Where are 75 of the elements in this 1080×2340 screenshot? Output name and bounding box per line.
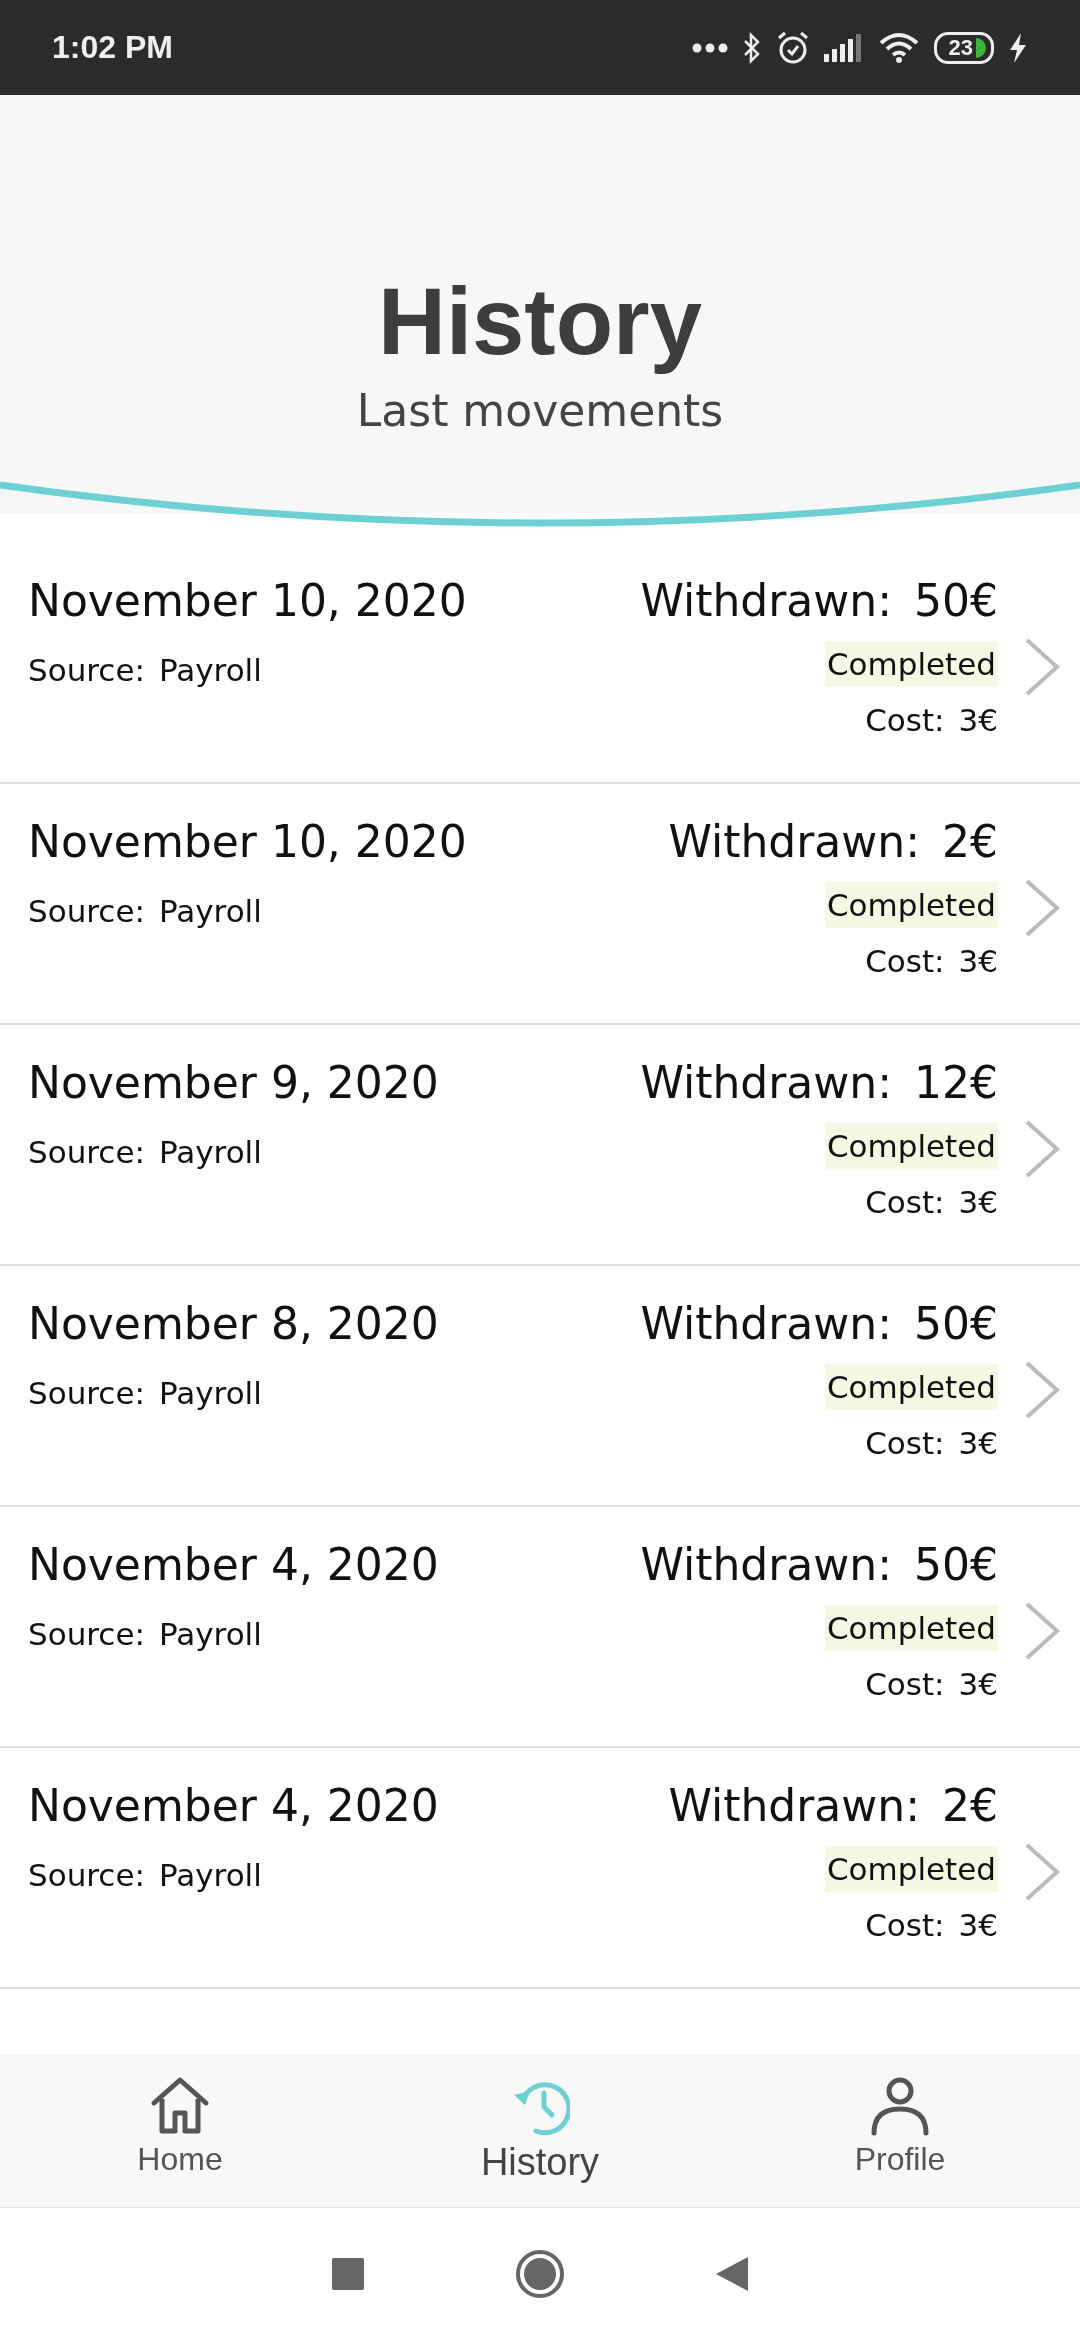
status-badge: Completed — [824, 1364, 998, 1410]
withdrawn-label: Withdrawn: — [668, 815, 920, 869]
page-subtitle: Last movements — [356, 385, 724, 436]
movement-date: November 4, 2020 — [28, 1538, 440, 1592]
chevron-right-icon — [1024, 1842, 1060, 1902]
movement-date: November 10, 2020 — [28, 815, 468, 869]
movement-row[interactable]: November 4, 2020 Source: Payroll Withdrawn: 50€ Completed Cost: 3€ — [0, 1507, 1080, 1748]
status-time: 1:02 PM — [52, 29, 173, 66]
cost-value: 3€ — [958, 1665, 998, 1704]
movement-row[interactable]: November 10, 2020 Source: Payroll Withdrawn: 50€ Completed Cost: 3€ — [0, 543, 1080, 784]
signal-icon — [823, 33, 864, 62]
movement-date: November 10, 2020 — [28, 574, 468, 628]
nav-tab[interactable]: Profile — [720, 2075, 1080, 2207]
charging-icon — [1008, 31, 1028, 64]
withdrawn-label: Withdrawn: — [668, 1779, 920, 1833]
source-label: Source: — [28, 892, 145, 931]
page-title: History — [378, 268, 702, 376]
source-label: Source: — [28, 1856, 145, 1895]
movement-row[interactable]: November 4, 2020 Source: Payroll Withdrawn: 2€ Completed Cost: 3€ — [0, 1748, 1080, 1989]
withdrawn-amount: 2€ — [942, 1779, 998, 1833]
chevron-right-icon — [1024, 637, 1060, 697]
source-value: Payroll — [158, 1374, 262, 1413]
cost-value: 3€ — [958, 1424, 998, 1463]
movement-date: November 9, 2020 — [28, 1056, 440, 1110]
chevron-right-icon — [1024, 1119, 1060, 1179]
source-value: Payroll — [158, 892, 262, 931]
cost-label: Cost: — [865, 701, 945, 740]
source-label: Source: — [28, 1615, 145, 1654]
more-dots-icon — [691, 41, 728, 54]
cost-label: Cost: — [865, 1906, 945, 1945]
chevron-right-icon — [1024, 1601, 1060, 1661]
source-label: Source: — [28, 1374, 145, 1413]
nav-tab[interactable]: History — [360, 2075, 720, 2207]
source-value: Payroll — [158, 1133, 262, 1172]
battery-icon: 23 — [933, 31, 994, 64]
source-label: Source: — [28, 651, 145, 690]
chevron-right-icon — [1024, 1360, 1060, 1420]
movement-row[interactable]: November 9, 2020 Source: Payroll Withdrawn: 12€ Completed Cost: 3€ — [0, 1025, 1080, 1266]
withdrawn-label: Withdrawn: — [640, 1297, 892, 1351]
status-badge: Completed — [824, 641, 998, 687]
cost-label: Cost: — [865, 1183, 945, 1222]
movement-row[interactable]: November 10, 2020 Source: Payroll Withdrawn: 2€ Completed Cost: 3€ — [0, 784, 1080, 1025]
cost-value: 3€ — [958, 701, 998, 740]
withdrawn-amount: 50€ — [914, 574, 998, 628]
withdrawn-amount: 2€ — [942, 815, 998, 869]
source-value: Payroll — [158, 1615, 262, 1654]
withdrawn-label: Withdrawn: — [640, 574, 892, 628]
home-icon — [150, 2075, 210, 2137]
nav-tab[interactable]: Home — [0, 2075, 360, 2207]
cost-value: 3€ — [958, 1183, 998, 1222]
status-badge: Completed — [824, 1605, 998, 1651]
status-badge: Completed — [824, 882, 998, 928]
cost-label: Cost: — [865, 1665, 945, 1704]
withdrawn-amount: 50€ — [914, 1297, 998, 1351]
withdrawn-label: Withdrawn: — [640, 1538, 892, 1592]
alarm-icon — [775, 30, 810, 65]
status-badge: Completed — [824, 1846, 998, 1892]
cost-value: 3€ — [958, 1906, 998, 1945]
bluetooth-icon — [741, 31, 762, 64]
movement-date: November 4, 2020 — [28, 1779, 440, 1833]
cost-label: Cost: — [865, 942, 945, 981]
person-icon — [870, 2075, 930, 2137]
wifi-icon — [877, 31, 920, 64]
movement-date: November 8, 2020 — [28, 1297, 440, 1351]
source-value: Payroll — [158, 651, 262, 690]
withdrawn-label: Withdrawn: — [640, 1056, 892, 1110]
movement-row[interactable]: November 8, 2020 Source: Payroll Withdrawn: 50€ Completed Cost: 3€ — [0, 1266, 1080, 1507]
withdrawn-amount: 12€ — [914, 1056, 998, 1110]
status-badge: Completed — [824, 1123, 998, 1169]
source-label: Source: — [28, 1133, 145, 1172]
chevron-right-icon — [1024, 878, 1060, 938]
withdrawn-amount: 50€ — [914, 1538, 998, 1592]
cost-value: 3€ — [958, 942, 998, 981]
cost-label: Cost: — [865, 1424, 945, 1463]
source-value: Payroll — [158, 1856, 262, 1895]
